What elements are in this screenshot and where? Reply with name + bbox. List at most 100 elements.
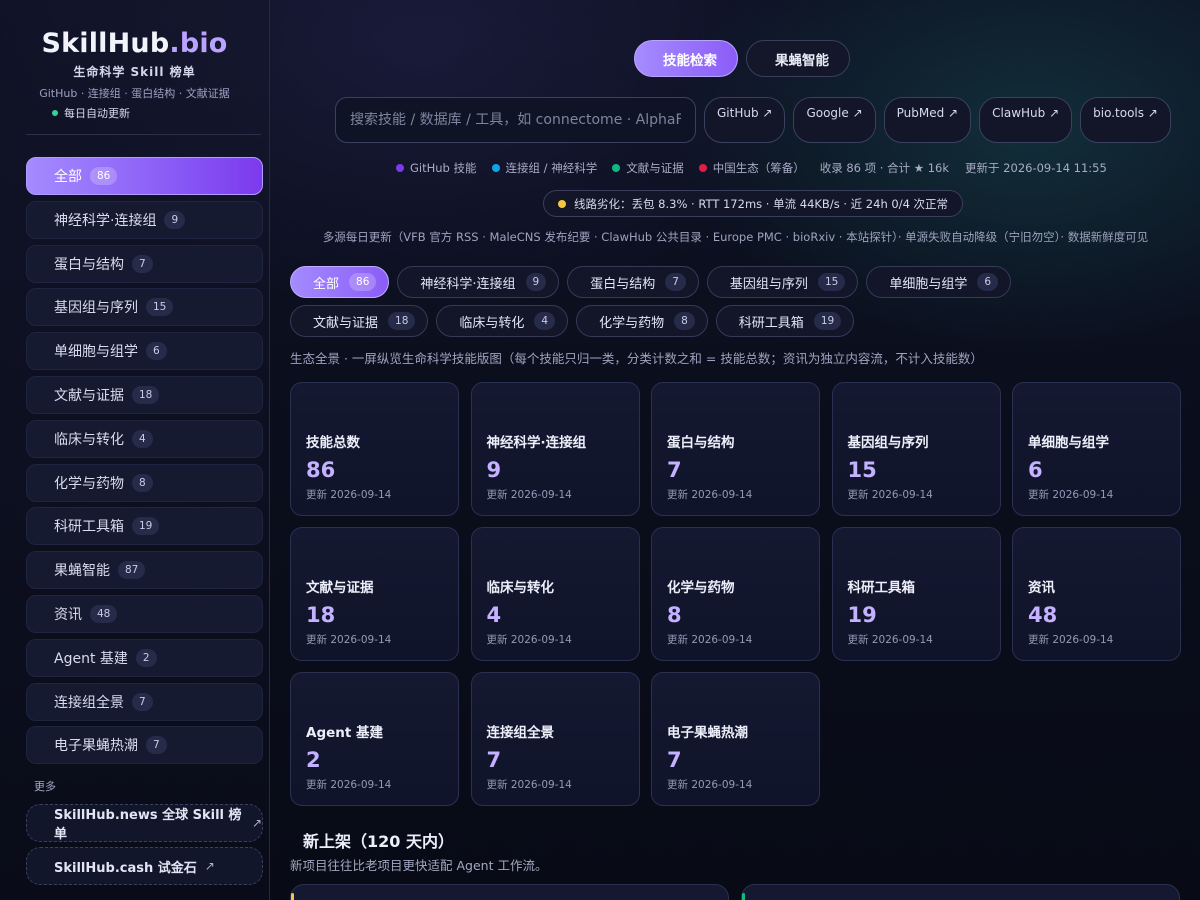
sidebar-item-all[interactable]: 全部 86 [26,157,263,195]
biotools-link[interactable]: bio.tools ↗ [1080,97,1171,143]
legend-item: 连接组 / 神经科学 [491,160,598,176]
sidebar-item-toolbox[interactable]: 科研工具箱 19 [26,507,263,546]
search-input[interactable] [335,97,696,143]
brand: SkillHub.bio 生命科学 Skill 榜单 GitHub · 连接组 … [0,0,269,121]
sidebar-item-label: 神经科学·连接组 [54,212,157,229]
stats-updated: 更新于 2026-09-14 11:55 [965,161,1107,175]
skillhub-cash-link[interactable]: SkillHub.cash 试金石 ↗ [26,847,263,885]
card-date: 更新 2026-09-14 [306,634,392,646]
count-badge: 7 [132,254,153,273]
card-date: 更新 2026-09-14 [486,634,572,646]
count-badge: 15 [817,273,846,291]
sidebar-item-clinical[interactable]: 临床与转化 4 [26,419,263,458]
google-link[interactable]: Google ↗ [793,97,876,143]
count-badge: 15 [146,298,174,317]
sidebar-item-fly-intelligence[interactable]: 果蝇智能 87 [26,551,263,590]
card-genome-sequence[interactable]: 基因组与序列 15 更新 2026-09-14 [831,382,1001,516]
skillhub-news-link[interactable]: SkillHub.news 全球 Skill 榜单 ↗ [26,804,263,842]
new-item-card[interactable] [741,884,1180,900]
sidebar-item-label: Agent 基建 [54,650,128,667]
sidebar-item-connectome-overview[interactable]: 连接组全景 7 [26,682,263,721]
chip-label: 神经科学·连接组 [420,276,516,292]
chip-label: 单细胞与组学 [889,276,968,292]
chip-label: 文献与证据 [313,315,379,331]
card-news[interactable]: 资讯 48 更新 2026-09-14 [1012,527,1181,661]
pubmed-link[interactable]: PubMed ↗ [883,97,972,143]
sidebar-item-chemistry[interactable]: 化学与药物 8 [26,463,263,502]
status-dot-icon [52,110,58,116]
card-neuro-connectome[interactable]: 神经科学·连接组 9 更新 2026-09-14 [470,382,640,516]
sidebar-item-label: 科研工具箱 [54,519,124,536]
filter-chip-protein-structure[interactable]: 蛋白与结构 7 [567,266,699,298]
legend-label: 连接组 / 神经科学 [505,161,598,175]
card-clinical[interactable]: 临床与转化 4 更新 2026-09-14 [470,527,640,661]
github-link[interactable]: GitHub ↗ [704,97,786,143]
legend-item: 中国生态（筹备） [698,160,805,176]
chip-label: 科研工具箱 [738,315,804,331]
chip-label: 化学与药物 [599,315,665,331]
filter-chip-all[interactable]: 全部 86 [290,266,390,298]
brand-tld: .bio [169,28,228,59]
search-row: GitHub ↗ Google ↗ PubMed ↗ ClawHub ↗ bio… [335,97,1171,143]
sidebar-item-single-cell[interactable]: 单细胞与组学 6 [26,332,263,371]
filter-chip-neuro-connectome[interactable]: 神经科学·连接组 9 [397,266,560,298]
legend-label: 中国生态（筹备） [712,161,805,175]
card-agent-infra[interactable]: Agent 基建 2 更新 2026-09-14 [290,672,459,806]
filter-chip-single-cell[interactable]: 单细胞与组学 6 [866,266,1012,298]
card-date: 更新 2026-09-14 [306,489,392,501]
category-filters: 全部 86 神经科学·连接组 9 蛋白与结构 7 基因组与序列 15 单细胞与组学 6 文… [290,266,1080,337]
count-badge: 4 [132,429,153,448]
sidebar-item-label: 单细胞与组学 [54,344,138,361]
brand-subtitle: 生命科学 Skill 榜单 [73,65,196,79]
card-single-cell[interactable]: 单细胞与组学 6 更新 2026-09-14 [1012,382,1181,516]
sidebar-item-news[interactable]: 资讯 48 [26,594,263,633]
count-badge: 8 [674,312,695,330]
filter-chip-clinical[interactable]: 临床与转化 4 [436,305,569,337]
filter-chip-literature[interactable]: 文献与证据 18 [290,305,429,337]
sidebar-item-protein-structure[interactable]: 蛋白与结构 7 [26,244,263,283]
card-chemistry[interactable]: 化学与药物 8 更新 2026-09-14 [651,527,820,661]
card-date: 更新 2026-09-14 [306,779,392,791]
card-connectome-overview[interactable]: 连接组全景 7 更新 2026-09-14 [470,672,640,806]
filter-chip-chemistry[interactable]: 化学与药物 8 [576,305,708,337]
filter-chip-toolbox[interactable]: 科研工具箱 19 [715,305,855,337]
legend-dot-icon [612,164,621,172]
filter-chip-genome-sequence[interactable]: 基因组与序列 15 [706,266,859,298]
card-date: 更新 2026-09-14 [667,779,753,791]
count-badge: 9 [164,210,186,229]
card-date: 更新 2026-09-14 [1028,634,1114,646]
sidebar-item-label: 临床与转化 [54,431,124,448]
card-title: 神经科学·连接组 [486,435,587,451]
tab-skill-search[interactable]: 技能检索 [634,40,738,77]
card-count: 2 [306,748,321,772]
card-count: 7 [667,748,682,772]
card-total-skills[interactable]: 技能总数 86 更新 2026-09-14 [290,382,459,516]
card-literature[interactable]: 文献与证据 18 更新 2026-09-14 [290,527,459,661]
tab-fly-intelligence[interactable]: 果蝇智能 [746,40,850,77]
brand-logo[interactable]: SkillHub.bio [0,28,269,59]
network-status-text: 线路劣化：丢包 8.3% · RTT 172ms · 单流 44KB/s · 近… [574,196,949,211]
sidebar-item-genome-sequence[interactable]: 基因组与序列 15 [26,288,263,327]
card-count: 15 [847,458,877,482]
card-count: 4 [486,603,502,627]
new-item-card[interactable] [290,884,729,900]
update-note: 每日自动更新 [64,107,130,120]
ext-link-label: SkillHub.news 全球 Skill 榜单 [54,808,242,842]
legend-dot-icon [698,164,707,172]
card-toolbox[interactable]: 科研工具箱 19 更新 2026-09-14 [831,527,1001,661]
sidebar-item-digital-fly[interactable]: 电子果蝇热潮 7 [26,726,263,765]
sidebar-item-literature[interactable]: 文献与证据 18 [26,375,263,414]
card-digital-fly[interactable]: 电子果蝇热潮 7 更新 2026-09-14 [651,672,820,806]
card-title: 文献与证据 [306,580,374,596]
card-date: 更新 2026-09-14 [847,634,933,646]
clawhub-link[interactable]: ClawHub ↗ [979,97,1073,143]
card-protein-structure[interactable]: 蛋白与结构 7 更新 2026-09-14 [651,382,820,516]
count-badge: 87 [118,561,146,580]
new-section-subtitle: 新项目往往比老项目更快适配 Agent 工作流。 [290,858,548,873]
legend-label: 文献与证据 [626,161,684,175]
sidebar-item-agent-infra[interactable]: Agent 基建 2 [26,638,263,677]
sidebar-item-neuro-connectome[interactable]: 神经科学·连接组 9 [26,200,263,239]
sidebar-item-label: 全部 [54,169,82,185]
legend: GitHub 技能 连接组 / 神经科学 文献与证据 中国生态（筹备） 收录 8… [396,160,1107,176]
external-link-icon: ↗ [204,859,215,873]
